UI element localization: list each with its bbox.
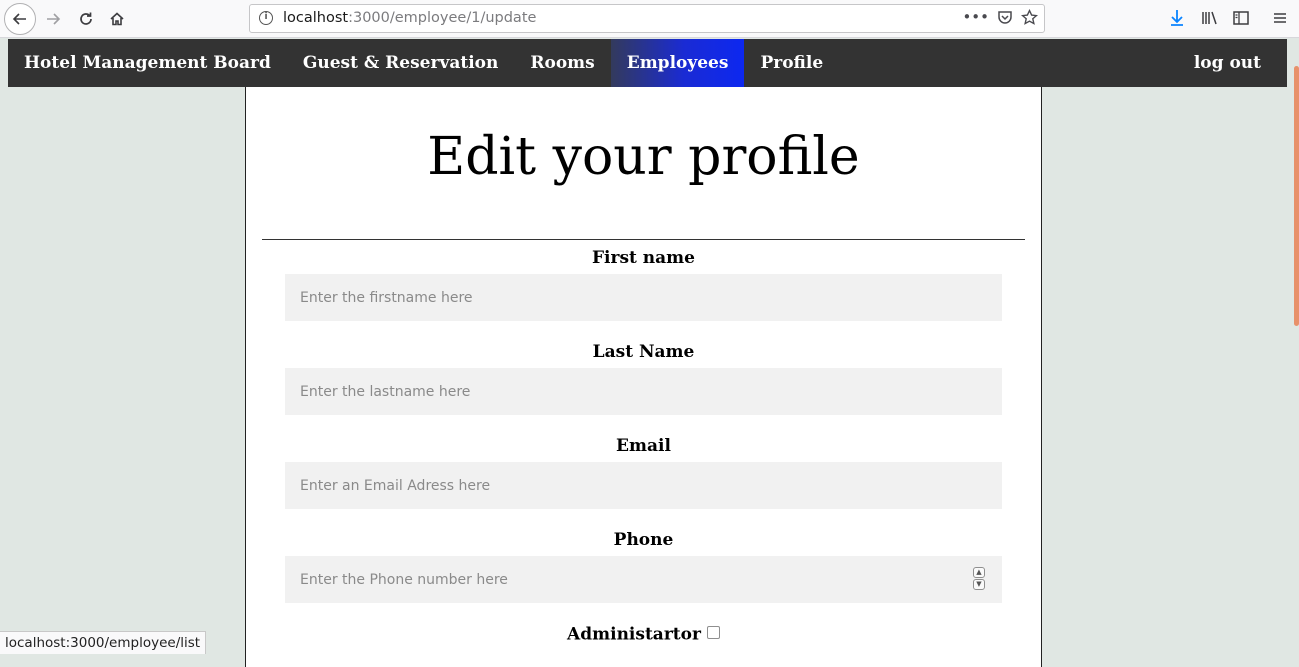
pocket-icon[interactable] [997,9,1013,25]
last-name-input[interactable] [285,368,1002,415]
title-divider [262,239,1025,240]
nav-item-employees[interactable]: Employees [610,39,745,87]
address-bar[interactable]: i localhost:3000/employee/1/update ••• [249,4,1045,33]
library-icon [1202,11,1217,25]
url-host: localhost [283,10,349,26]
arrow-right-icon [47,13,61,25]
nav-item-profile[interactable]: Profile [744,39,839,87]
nav-item-rooms[interactable]: Rooms [514,39,610,87]
spin-down-icon[interactable]: ▼ [973,579,985,590]
sidebar-icon [1233,11,1249,25]
page-scrollbar-thumb[interactable] [1294,66,1299,326]
phone-input[interactable] [285,556,1002,603]
profile-form-panel: Edit your profile First name Last Name E… [245,87,1042,667]
arrow-left-icon [12,13,26,25]
downloads-button[interactable] [1164,5,1190,31]
top-navbar: Hotel Management Board Guest & Reservati… [8,39,1287,87]
first-name-label: First name [591,248,695,268]
administrator-row: Administartor [246,624,1041,645]
email-input[interactable] [285,462,1002,509]
spin-up-icon[interactable]: ▲ [973,567,985,578]
url-actions: ••• [962,8,1038,26]
administrator-checkbox[interactable] [706,626,720,639]
hamburger-menu-icon [1274,13,1286,23]
administrator-label: Administartor [567,624,701,645]
bookmark-star-icon[interactable] [1021,8,1038,26]
reload-button[interactable] [71,4,101,34]
last-name-label: Last Name [592,342,695,362]
forward-button[interactable] [38,4,68,34]
home-icon [110,12,124,26]
sidebar-button[interactable] [1228,5,1254,31]
link-status-bar: localhost:3000/employee/list [0,631,207,654]
phone-number-spinner[interactable]: ▲ ▼ [973,567,985,590]
download-arrow-icon [1171,10,1183,26]
url-text: localhost:3000/employee/1/update [283,10,536,26]
more-actions-icon[interactable]: ••• [962,8,989,26]
browser-toolbar: i localhost:3000/employee/1/update ••• [0,0,1299,38]
page-title: Edit your profile [427,127,860,187]
info-icon[interactable]: i [259,11,273,25]
email-label: Email [616,436,671,456]
back-button[interactable] [4,3,36,35]
url-path: :3000/employee/1/update [348,10,537,26]
nav-item-guest-reservation[interactable]: Guest & Reservation [287,39,515,87]
phone-label: Phone [613,530,674,550]
nav-brand[interactable]: Hotel Management Board [8,39,287,87]
reload-icon [80,12,92,25]
logout-link[interactable]: log out [1178,39,1287,87]
first-name-input[interactable] [285,274,1002,321]
menu-button[interactable] [1267,5,1293,31]
library-button[interactable] [1197,5,1223,31]
home-button[interactable] [102,4,132,34]
